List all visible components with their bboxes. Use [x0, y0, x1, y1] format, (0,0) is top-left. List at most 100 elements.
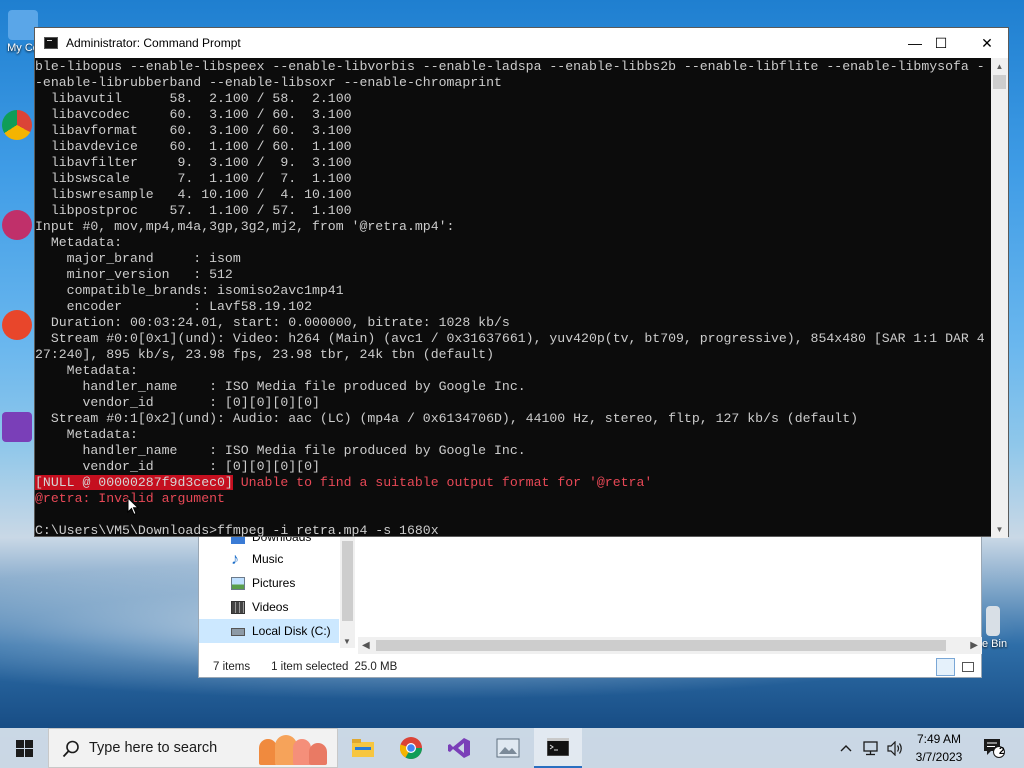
console-line: libavfilter 9. 3.100 / 9. 3.100 — [35, 155, 352, 170]
clock-date: 3/7/2023 — [915, 750, 963, 764]
local-disk-icon — [231, 628, 245, 636]
scroll-up-arrow-icon[interactable]: ▲ — [991, 58, 1008, 75]
scroll-right-arrow-icon[interactable]: ▶ — [970, 640, 978, 651]
console-line: libavutil 58. 2.100 / 58. 2.100 — [35, 91, 352, 106]
console-line: Metadata: — [35, 235, 123, 250]
taskbar-visual-studio[interactable] — [436, 728, 482, 768]
maximize-button[interactable]: ☐ — [918, 28, 964, 58]
desktop-icon-datawrapper[interactable] — [0, 210, 34, 242]
speaker-icon — [886, 740, 902, 756]
navigation-pane: Downloads ♪ Music Pictures Videos Local … — [199, 530, 341, 648]
details-view-button[interactable] — [936, 658, 955, 676]
network-tray-button[interactable] — [860, 728, 882, 768]
chrome-icon — [2, 110, 32, 140]
volume-tray-button[interactable] — [884, 728, 906, 768]
command-prompt-window[interactable]: Administrator: Command Prompt — ☐ ✕ ble-… — [34, 27, 1009, 538]
console-line: Stream #0:0[0x1](und): Video: h264 (Main… — [35, 331, 985, 346]
console-line: Metadata: — [35, 427, 138, 442]
window-titlebar[interactable]: Administrator: Command Prompt — ☐ ✕ — [35, 28, 1008, 58]
scroll-down-arrow-icon[interactable]: ▼ — [343, 637, 351, 646]
taskbar: Type here to search 7:49 AM 3/7/2023 2 — [0, 728, 1024, 768]
console-line: vendor_id : [0][0][0][0] — [35, 395, 320, 410]
nav-item-local-disk[interactable]: Local Disk (C:) — [199, 619, 339, 643]
console-line: Metadata: — [35, 363, 138, 378]
file-explorer-window: Downloads ♪ Music Pictures Videos Local … — [198, 530, 982, 678]
console-line: libswresample 4. 10.100 / 4. 10.100 — [35, 187, 352, 202]
console-line: compatible_brands: isomiso2avc1mp41 — [35, 283, 344, 298]
clock-time: 7:49 AM — [916, 732, 962, 746]
nav-item-music[interactable]: ♪ Music — [199, 547, 339, 571]
command-prompt-icon — [44, 37, 58, 49]
console-error-line: [NULL @ 00000287f9d3cec0] Unable to find… — [35, 475, 993, 491]
scroll-down-arrow-icon[interactable]: ▼ — [991, 521, 1008, 538]
action-center-button[interactable]: 2 — [974, 728, 1014, 768]
visual-studio-icon — [2, 412, 32, 442]
visual-studio-icon — [448, 738, 470, 758]
chevron-up-icon — [840, 745, 852, 752]
windows-logo-icon — [15, 739, 33, 757]
status-item-count: 7 items — [213, 661, 251, 673]
console-error-line: @retra: Invalid argument — [35, 491, 225, 506]
console-line: handler_name : ISO Media file produced b… — [35, 379, 526, 394]
desktop-icon-visual-studio[interactable] — [0, 412, 34, 444]
desktop-icon-evernote[interactable] — [0, 310, 34, 342]
file-explorer-icon — [352, 739, 374, 757]
scrollbar-thumb[interactable] — [993, 75, 1006, 89]
console-line: Stream #0:1[0x2](und): Audio: aac (LC) (… — [35, 411, 859, 426]
recycle-bin-icon — [986, 606, 1000, 636]
desktop-icon-google-chrome[interactable] — [0, 110, 34, 142]
pictures-icon — [231, 576, 245, 590]
status-selection: 1 item selected — [271, 661, 349, 673]
console-line: ble-libopus --enable-libspeex --enable-l… — [35, 59, 985, 74]
close-button[interactable]: ✕ — [964, 28, 1010, 58]
console-line: libavcodec 60. 3.100 / 60. 3.100 — [35, 107, 352, 122]
navigation-pane-scrollbar[interactable]: ▼ — [340, 537, 355, 648]
taskbar-clock[interactable]: 7:49 AM 3/7/2023 — [908, 730, 970, 766]
console-line: handler_name : ISO Media file produced b… — [35, 443, 526, 458]
console-line: major_brand : isom — [35, 251, 241, 266]
status-size: 25.0 MB — [354, 661, 398, 673]
search-highlight-illustration — [257, 733, 335, 765]
command-prompt-input-line[interactable]: C:\Users\VM5\Downloads>ffmpeg -i retra.m… — [35, 523, 993, 538]
console-line: encoder : Lavf58.19.102 — [35, 299, 312, 314]
console-line: 27:240], 895 kb/s, 23.98 fps, 23.98 tbr,… — [35, 347, 494, 362]
status-bar: 7 items 1 item selected 25.0 MB — [199, 656, 982, 678]
show-hidden-icons-button[interactable] — [836, 728, 856, 768]
large-icons-view-button[interactable] — [958, 658, 977, 676]
desktop-icon-label: e Bin — [982, 638, 1008, 650]
console-line: Input #0, mov,mp4,m4a,3gp,3g2,mj2, from … — [35, 219, 455, 234]
console-line: libavformat 60. 3.100 / 60. 3.100 — [35, 123, 352, 138]
large-icons-icon — [962, 662, 974, 672]
evernote-icon — [2, 310, 32, 340]
taskbar-file-explorer[interactable] — [340, 728, 386, 768]
console-line: Duration: 00:03:24.01, start: 0.000000, … — [35, 315, 510, 330]
console-scrollbar[interactable]: ▲ ▼ — [991, 58, 1008, 538]
taskbar-photos[interactable] — [484, 728, 532, 768]
taskbar-search-box[interactable]: Type here to search — [48, 728, 338, 768]
console-line: libpostproc 57. 1.100 / 57. 1.100 — [35, 203, 352, 218]
chrome-icon — [400, 737, 422, 759]
scrollbar-thumb[interactable] — [342, 541, 353, 621]
scrollbar-thumb[interactable] — [376, 640, 946, 651]
nav-item-videos[interactable]: Videos — [199, 595, 339, 619]
content-horizontal-scrollbar[interactable]: ◀ ▶ — [358, 637, 982, 654]
window-title: Administrator: Command Prompt — [66, 36, 241, 50]
mouse-cursor-icon — [127, 497, 139, 516]
command-prompt-icon — [547, 738, 569, 756]
console-error-message: Unable to find a suitable output format … — [232, 475, 653, 490]
console-line: libavdevice 60. 1.100 / 60. 1.100 — [35, 139, 352, 154]
music-icon: ♪ — [231, 550, 239, 568]
nav-item-pictures[interactable]: Pictures — [199, 571, 339, 595]
scroll-left-arrow-icon[interactable]: ◀ — [362, 640, 370, 651]
console-output[interactable]: ble-libopus --enable-libspeex --enable-l… — [35, 58, 993, 538]
datawrapper-icon — [2, 210, 32, 240]
taskbar-chrome[interactable] — [388, 728, 434, 768]
photos-icon — [496, 738, 520, 758]
console-error-prefix: [NULL @ 00000287f9d3cec0] — [35, 475, 233, 490]
start-button[interactable] — [0, 728, 48, 768]
taskbar-command-prompt[interactable] — [534, 728, 582, 768]
console-line: vendor_id : [0][0][0][0] — [35, 459, 320, 474]
notification-count-badge: 2 — [999, 746, 1005, 757]
desktop-icon-recycle-bin[interactable]: e Bin — [982, 606, 1024, 650]
